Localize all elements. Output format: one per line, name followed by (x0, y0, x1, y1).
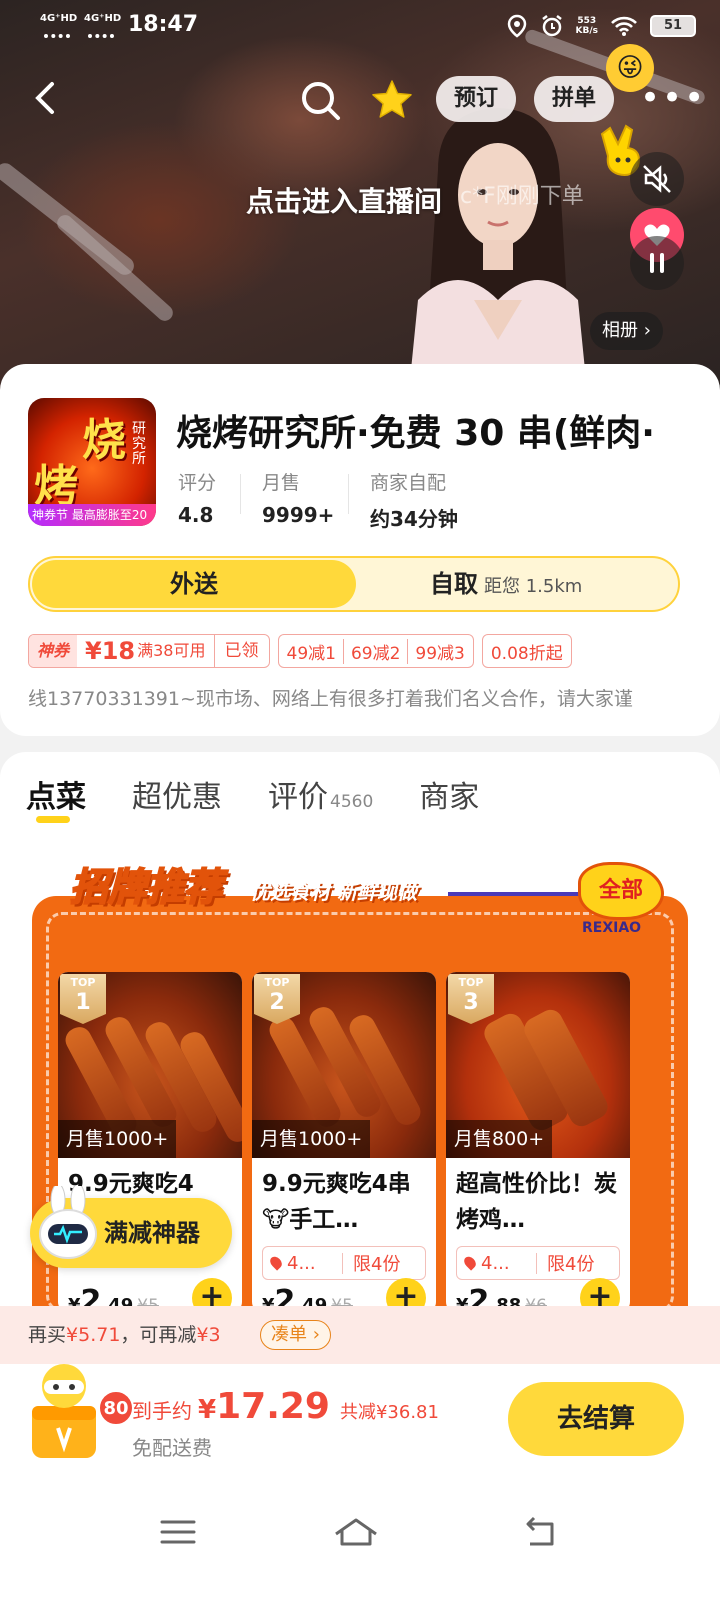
alarm-icon (541, 15, 562, 37)
add-more-button[interactable]: 凑单 › (260, 1320, 331, 1350)
group-order-button[interactable]: 拼单 (534, 76, 615, 122)
promo-subtitle: 优选食材 新鲜现做 (250, 880, 417, 904)
coupon-tag: 神券 (29, 635, 78, 667)
store-notice[interactable]: 线13770331391~现市场、网络上有很多打着我们名义合作，请大家谨 (28, 684, 688, 711)
view-all-en: REXIAO (582, 920, 642, 936)
tab-bar: 点菜 超优惠 评价 4560 商家 (26, 772, 479, 816)
delivery-tab[interactable]: 外送 (32, 560, 356, 608)
mute-button[interactable] (630, 152, 684, 206)
rank-badge: TOP 3 (448, 974, 494, 1024)
promo-title: 招牌推荐 (69, 864, 223, 910)
search-button[interactable] (300, 80, 342, 122)
discount-helper-button[interactable]: 满减神器 (30, 1186, 232, 1268)
wifi-icon (611, 16, 637, 36)
rating-stat: 评分 4.8 (178, 472, 217, 527)
discount-tiers[interactable]: 49减1 69减2 99减3 (277, 634, 474, 668)
status-bar: 4G⁺HD 4G⁺HD 18:47 553 KB/s 51 (0, 0, 720, 52)
logo-side-text: 研究所 (132, 421, 146, 467)
favorite-button[interactable] (370, 78, 414, 122)
cart-count-badge: 80 (98, 1390, 134, 1426)
tab-deals[interactable]: 超优惠 (132, 772, 222, 816)
tab-merchant[interactable]: 商家 (419, 772, 479, 816)
home-icon[interactable] (332, 1514, 380, 1550)
arrow-decoration (448, 892, 588, 896)
view-all-label: 全部 (578, 862, 664, 920)
menu-icon[interactable] (158, 1514, 198, 1550)
logo-text: 烧 (82, 415, 126, 466)
cart-button[interactable]: 80 (22, 1356, 134, 1468)
mute-icon (643, 165, 671, 193)
discount-rate[interactable]: 0.08折起 (481, 634, 572, 668)
emoji-sticker-icon[interactable]: 😜 (606, 44, 654, 92)
tab-order[interactable]: 点菜 (26, 772, 86, 816)
enter-live-text[interactable]: 点击进入直播间 (246, 180, 442, 220)
cart-bar: 80 到手约 ¥17.29 共减¥36.81 免配送费 去结算 (0, 1364, 720, 1474)
total-price: 到手约 ¥17.29 共减¥36.81 (132, 1386, 439, 1427)
order-ticker: c*F刚刚下单 (460, 184, 584, 209)
pause-button[interactable] (630, 236, 684, 290)
divider (348, 474, 349, 514)
more-icon: ••• (640, 78, 707, 118)
coupon-condition: 满38可用 (137, 641, 206, 660)
tab-indicator (36, 816, 70, 823)
store-logo[interactable]: 烧 烤 研究所 神券节 最高膨胀至20 (28, 398, 156, 526)
product-card[interactable]: 月售1000+ TOP 2 9.9元爽吃4串🐮手工… 4... 限4份 ¥2.49 ¥… (252, 972, 436, 1312)
location-icon (507, 14, 526, 38)
live-video-banner[interactable]: 4G⁺HD 4G⁺HD 18:47 553 KB/s 51 预订 拼单 ••• 😜 (0, 0, 720, 400)
product-card[interactable]: 月售800+ TOP 3 超高性价比！炭烤鸡… 4... 限4份 ¥2.88 ¥6 + (446, 972, 630, 1312)
network-speed: 553 KB/s (575, 16, 598, 36)
search-icon (302, 82, 340, 120)
store-name[interactable]: 烧烤研究所·免费 30 串(鲜肉· (176, 404, 706, 456)
grill-decoration (53, 211, 177, 325)
app-root: 4G⁺HD 4G⁺HD 18:47 553 KB/s 51 预订 拼单 ••• 😜 (0, 0, 720, 1600)
view-all-button[interactable]: 全部 REXIAO (568, 858, 668, 938)
store-info-card: 烧 烤 研究所 神券节 最高膨胀至20 烧烤研究所·免费 30 串(鲜肉· 评分… (0, 364, 720, 736)
monthly-sold: 月售1000+ (58, 1120, 177, 1158)
product-name: 超高性价比！炭烤鸡… (456, 1171, 617, 1233)
product-tags: 4... 限4份 (456, 1246, 620, 1280)
cell-signal-icon: 4G⁺HD (84, 14, 121, 38)
streamer-image (408, 108, 588, 400)
rank-badge: TOP 2 (254, 974, 300, 1024)
coupon-value: ¥18 (85, 637, 136, 665)
logo-banner: 神券节 最高膨胀至20 (28, 504, 156, 526)
monthly-sales-stat: 月售 9999+ (262, 472, 335, 527)
monthly-sold: 月售1000+ (252, 1120, 371, 1158)
system-nav-bar (0, 1474, 720, 1600)
discount-helper-label: 满减神器 (104, 1219, 200, 1247)
robot-bunny-icon (39, 1186, 97, 1259)
monthly-sold: 月售800+ (446, 1120, 553, 1158)
tab-reviews[interactable]: 评价 4560 (268, 772, 373, 816)
coupon-row[interactable]: 神券 ¥18 满38可用 已领 49减1 69减2 99减3 0.08折起 (28, 634, 572, 668)
delivery-fee: 免配送费 (132, 1436, 212, 1460)
divider (240, 474, 241, 514)
checkout-button[interactable]: 去结算 (508, 1382, 684, 1456)
coupon-claimed: 已领 (213, 635, 269, 667)
delivery-time-stat: 商家自配 约34分钟 (370, 472, 458, 531)
delivery-mode-toggle: 外送 自取 距您 1.5km (28, 556, 680, 612)
book-button[interactable]: 预订 (436, 76, 517, 122)
back-nav-icon[interactable] (520, 1514, 560, 1550)
rank-badge: TOP 1 (60, 974, 106, 1024)
product-tags: 4... 限4份 (262, 1246, 426, 1280)
coupon-card[interactable]: 神券 ¥18 满38可用 已领 (28, 634, 270, 668)
cell-signal-icon: 4G⁺HD (40, 14, 77, 38)
more-button[interactable]: ••• (640, 78, 706, 118)
clock: 18:47 (128, 12, 199, 37)
back-button[interactable] (30, 80, 66, 120)
pause-icon (650, 253, 664, 273)
star-icon (372, 80, 412, 118)
battery-icon: 51 (650, 15, 696, 37)
album-button[interactable]: 相册 › (590, 312, 663, 350)
product-name: 9.9元爽吃4串🐮手工… (262, 1171, 411, 1233)
chevron-left-icon (35, 82, 54, 114)
pickup-tab[interactable]: 自取 距您 1.5km (430, 558, 582, 610)
pickup-distance: 距您 1.5km (484, 576, 583, 597)
